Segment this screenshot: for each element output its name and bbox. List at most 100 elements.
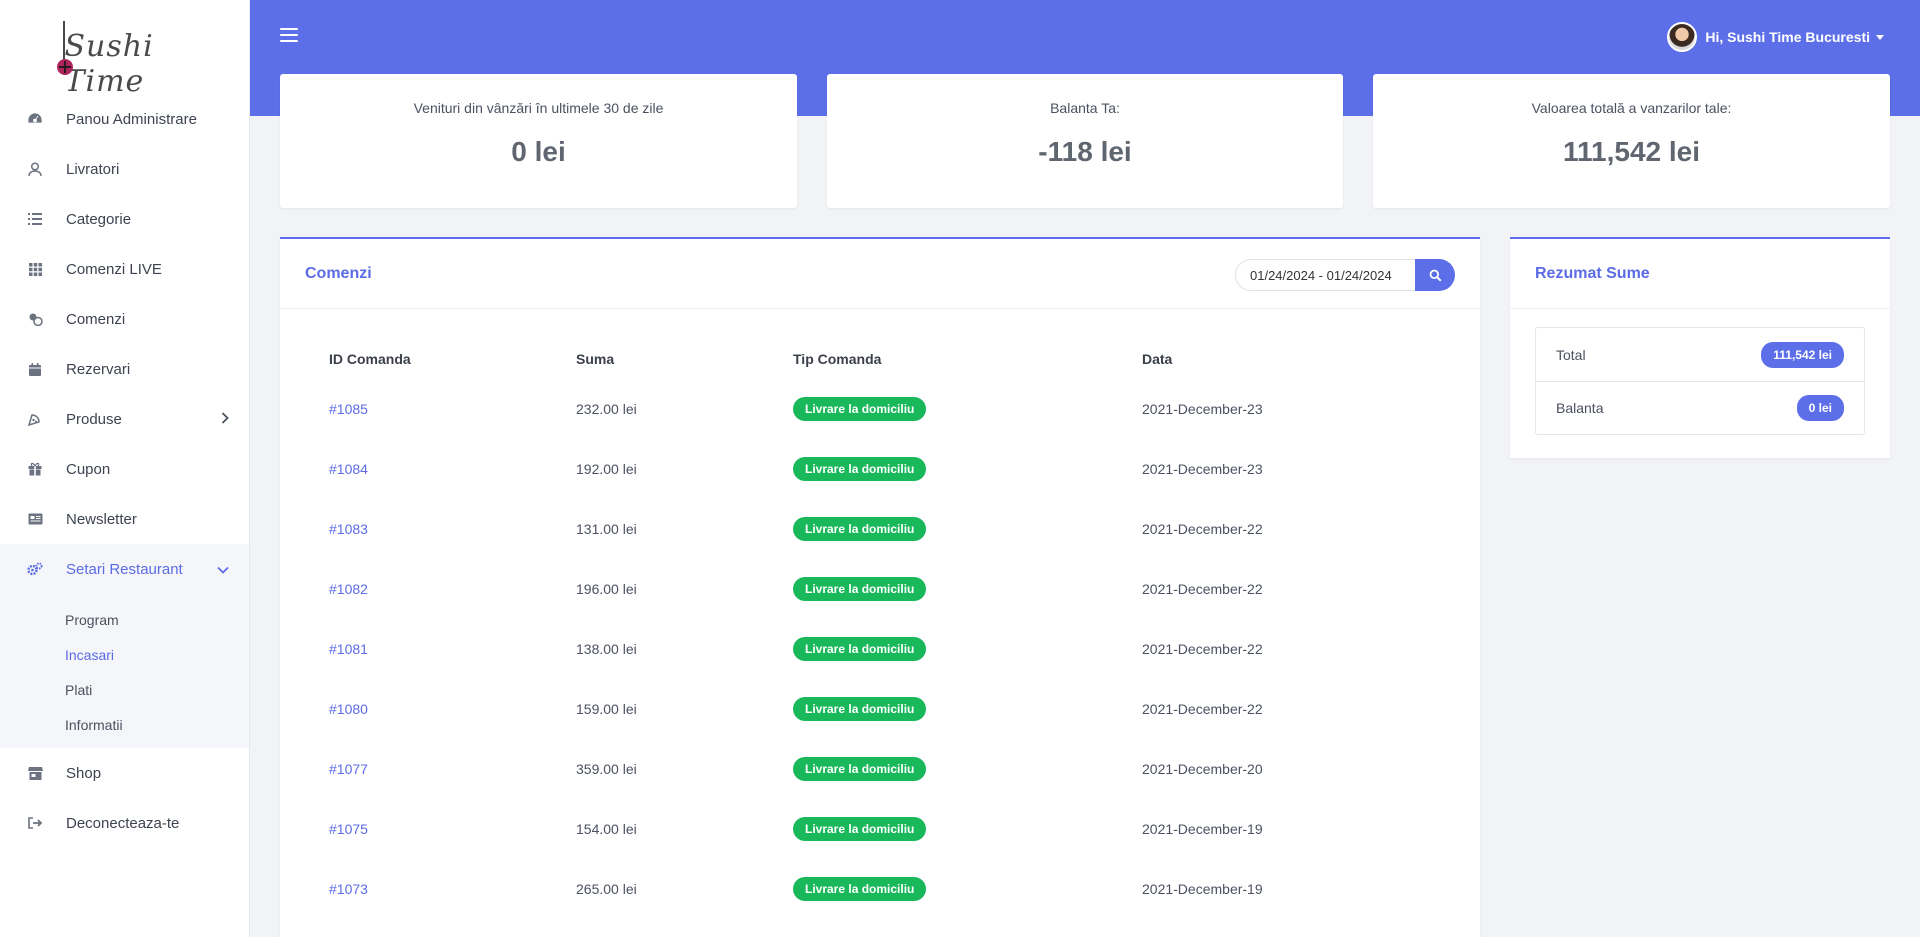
summary-label: Total [1556,346,1586,363]
order-id-link[interactable]: #1083 [329,521,368,537]
table-row: #1084 192.00 lei Livrare la domiciliu 20… [305,439,1435,499]
sidebar-item-categorie[interactable]: Categorie [0,194,249,244]
column-header: ID Comanda [329,351,411,367]
summary-title: Rezumat Sume [1535,265,1650,282]
user-menu[interactable]: Hi, Sushi Time Bucuresti [1667,22,1884,52]
order-id-link[interactable]: #1080 [329,701,368,717]
logo-mark [56,59,73,75]
summary-row-balanta: Balanta 0 lei [1536,381,1864,434]
order-type-badge[interactable]: Livrare la domiciliu [793,637,927,661]
stat-value: 0 lei [511,136,566,167]
order-amount: 192.00 lei [576,461,637,477]
order-id-link[interactable]: #1077 [329,761,368,777]
setari-submenu: Program Incasari Plati Informatii [0,594,249,748]
sidebar-item-livratori[interactable]: Livratori [0,144,249,194]
order-amount: 359.00 lei [576,761,637,777]
date-range-filter [1235,259,1455,291]
summary-list: Total 111,542 lei Balanta 0 lei [1535,327,1865,435]
table-row: #1077 359.00 lei Livrare la domiciliu 20… [305,739,1435,799]
user-greeting: Hi, Sushi Time Bucuresti [1705,29,1870,45]
sidebar-item-comenzi-live[interactable]: Comenzi LIVE [0,244,249,294]
newspaper-icon [26,510,44,528]
stat-label: Venituri din vânzări în ultimele 30 de z… [413,100,664,116]
stat-value: -118 lei [1038,136,1132,167]
order-amount: 154.00 lei [576,821,637,837]
stat-card-total-sales: Valoarea totală a vanzarilor tale: 111,5… [1373,74,1890,208]
calendar-icon [26,360,44,378]
logo[interactable]: Sushi Time [0,0,249,99]
sidebar-item-setari-restaurant[interactable]: Setari Restaurant [0,544,249,594]
order-amount: 159.00 lei [576,701,637,717]
order-id-link[interactable]: #1073 [329,881,368,897]
search-button[interactable] [1415,259,1455,291]
order-date: 2021-December-23 [1142,461,1263,477]
stat-card-balance: Balanta Ta: -118 lei [827,74,1343,208]
table-row: #1083 131.00 lei Livrare la domiciliu 20… [305,499,1435,559]
date-range-input[interactable] [1235,259,1415,291]
avatar [1667,22,1698,52]
table-row: #1075 154.00 lei Livrare la domiciliu 20… [305,799,1435,859]
stat-value: 111,542 lei [1562,136,1701,167]
order-amount: 232.00 lei [576,401,637,417]
order-id-link[interactable]: #1084 [329,461,368,477]
table-header-row: ID Comanda Suma Tip Comanda Data [305,339,1435,379]
orders-title: Comenzi [305,265,372,282]
cookies-icon [26,310,44,328]
order-amount: 131.00 lei [576,521,637,537]
sidebar-item-deconecteaza[interactable]: Deconecteaza-te [0,798,249,848]
sidebar-item-panou-administrare[interactable]: Panou Administrare [0,94,249,144]
submenu-item-incasari[interactable]: Incasari [0,637,249,672]
summary-value-badge: 111,542 lei [1761,341,1844,368]
order-id-link[interactable]: #1081 [329,641,368,657]
order-type-badge[interactable]: Livrare la domiciliu [793,397,927,421]
order-date: 2021-December-22 [1142,521,1263,537]
order-type-badge[interactable]: Livrare la domiciliu [793,517,927,541]
dashboard-gauge-icon [26,110,44,128]
sidebar-nav-bottom: Shop Deconecteaza-te [0,748,249,848]
table-row: #1085 232.00 lei Livrare la domiciliu 20… [305,379,1435,439]
sidebar-nav: Panou Administrare Livratori Categorie C… [0,94,249,594]
order-date: 2021-December-22 [1142,641,1263,657]
list-icon [26,210,44,228]
table-row: #1073 265.00 lei Livrare la domiciliu 20… [305,859,1435,919]
order-date: 2021-December-22 [1142,581,1263,597]
order-id-link[interactable]: #1085 [329,401,368,417]
order-amount: 196.00 lei [576,581,637,597]
table-row: #1081 138.00 lei Livrare la domiciliu 20… [305,619,1435,679]
sidebar-item-comenzi[interactable]: Comenzi [0,294,249,344]
submenu-item-plati[interactable]: Plati [0,672,249,707]
hamburger-menu-icon[interactable] [280,28,298,44]
sidebar-item-rezervari[interactable]: Rezervari [0,344,249,394]
order-date: 2021-December-19 [1142,881,1263,897]
order-type-badge[interactable]: Livrare la domiciliu [793,877,927,901]
summary-panel: Rezumat Sume Total 111,542 lei Balanta 0… [1510,237,1890,458]
submenu-item-informatii[interactable]: Informatii [0,707,249,742]
sidebar-item-produse[interactable]: Produse [0,394,249,444]
column-header: Suma [576,351,615,367]
sidebar-item-newsletter[interactable]: Newsletter [0,494,249,544]
order-type-badge[interactable]: Livrare la domiciliu [793,457,927,481]
order-type-badge[interactable]: Livrare la domiciliu [793,817,927,841]
chevron-down-icon [217,561,229,578]
order-type-badge[interactable]: Livrare la domiciliu [793,577,927,601]
summary-label: Balanta [1556,400,1604,416]
summary-value-badge: 0 lei [1796,395,1844,421]
order-date: 2021-December-20 [1142,761,1263,777]
sidebar-item-shop[interactable]: Shop [0,748,249,798]
sidebar: Sushi Time Panou Administrare Livratori … [0,0,250,937]
order-type-badge[interactable]: Livrare la domiciliu [793,697,927,721]
submenu-item-program[interactable]: Program [0,602,249,637]
orders-panel: Comenzi ID Comanda Suma Tip Comanda Data… [280,237,1480,937]
column-header: Data [1142,351,1173,367]
order-id-link[interactable]: #1075 [329,821,368,837]
sidebar-item-cupon[interactable]: Cupon [0,444,249,494]
cogs-icon [26,560,44,578]
store-icon [26,764,44,782]
order-type-badge[interactable]: Livrare la domiciliu [793,757,927,781]
order-id-link[interactable]: #1082 [329,581,368,597]
order-date: 2021-December-23 [1142,401,1263,417]
grid-icon [26,260,44,278]
orders-table: ID Comanda Suma Tip Comanda Data #1085 2… [305,339,1435,919]
column-header: Tip Comanda [793,351,882,367]
logo-text: Sushi Time [64,29,154,99]
